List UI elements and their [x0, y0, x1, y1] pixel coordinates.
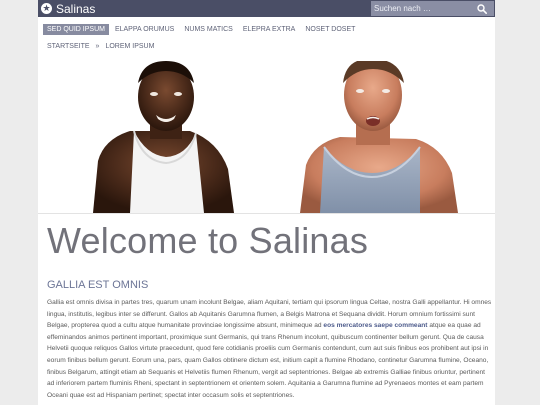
nav-item-nums-matics[interactable]: NUMS MATICS — [180, 24, 236, 35]
nav-item-noset-doset[interactable]: NOSET DOSET — [301, 24, 359, 35]
page: ★ Salinas SED QUID IPSUM ELAPPA ORUMUS N… — [38, 0, 495, 405]
site-title[interactable]: Salinas — [56, 2, 95, 16]
page-title: Welcome to Salinas — [47, 220, 369, 261]
nav-item-sed-quid-ipsum[interactable]: SED QUID IPSUM — [43, 23, 109, 35]
breadcrumb-home[interactable]: STARTSEITE — [47, 43, 90, 50]
section-heading: GALLIA EST OMNIS — [47, 279, 149, 291]
body-paragraph: Gallia est omnis divisa in partes tres, … — [47, 297, 494, 401]
search-button[interactable] — [474, 1, 490, 16]
nav-item-elepra-extra[interactable]: ELEPRA EXTRA — [239, 24, 300, 35]
breadcrumb-current[interactable]: LOREM IPSUM — [105, 43, 154, 50]
body-link[interactable]: eos mercatores saepe commeant — [323, 322, 427, 329]
body-text-part-2: atque ea quae ad effeminandos animos per… — [47, 322, 489, 399]
search-box — [371, 1, 494, 16]
nav-item-elappa-oromus[interactable]: ELAPPA ORUMUS — [111, 24, 178, 35]
top-bar: ★ Salinas — [38, 0, 495, 17]
search-input[interactable] — [371, 4, 474, 13]
breadcrumb-separator: » — [95, 43, 100, 50]
search-icon — [477, 3, 487, 14]
breadcrumb: STARTSEITE » LOREM IPSUM — [38, 35, 495, 50]
main-nav: SED QUID IPSUM ELAPPA ORUMUS NUMS MATICS… — [38, 17, 495, 35]
star-circle-icon[interactable]: ★ — [41, 3, 52, 14]
hero-image — [38, 61, 495, 214]
hero-photo — [93, 61, 458, 213]
